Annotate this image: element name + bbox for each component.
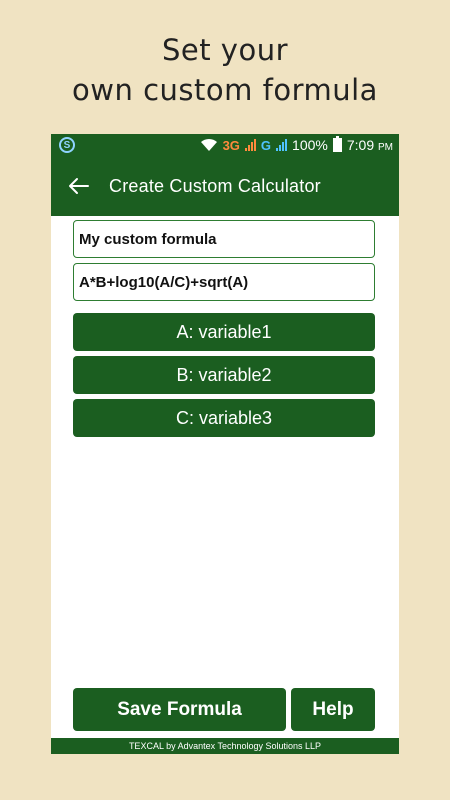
footer-credit: TEXCAL by Advantex Technology Solutions … — [51, 738, 399, 754]
variable-a-button[interactable]: A: variable1 — [73, 313, 375, 351]
clock-time: 7:09 — [346, 137, 375, 153]
variable-b-button[interactable]: B: variable2 — [73, 356, 375, 394]
network-g-label: G — [260, 137, 272, 153]
action-row: Save Formula Help — [73, 688, 375, 731]
clock: 7:09 PM — [347, 137, 393, 153]
signal-g-icon — [276, 139, 288, 151]
back-arrow-icon[interactable] — [65, 173, 91, 199]
signal-3g-icon — [244, 139, 256, 151]
form-content: My custom formula A*B+log10(A/C)+sqrt(A)… — [51, 220, 399, 754]
formula-expression-input[interactable]: A*B+log10(A/C)+sqrt(A) — [73, 263, 375, 301]
promo-line-1: Set your — [161, 33, 289, 67]
network-3g-label: 3G — [222, 137, 240, 153]
promo-caption: Set your own custom formula — [0, 30, 450, 110]
promo-line-2: own custom formula — [72, 73, 378, 107]
clock-suffix: PM — [378, 142, 393, 153]
app-bar: Create Custom Calculator — [51, 156, 399, 216]
formula-name-input[interactable]: My custom formula — [73, 220, 375, 258]
wifi-icon — [200, 138, 218, 152]
phone-screen: S 3G G 100% 7:09 PM Create Custom Calcul… — [51, 134, 399, 754]
save-formula-button[interactable]: Save Formula — [73, 688, 286, 731]
battery-icon — [332, 136, 342, 152]
page-title: Create Custom Calculator — [109, 175, 321, 196]
notification-s-icon: S — [59, 137, 75, 153]
variable-c-button[interactable]: C: variable3 — [73, 399, 375, 437]
status-bar: S 3G G 100% 7:09 PM — [51, 134, 399, 156]
help-button[interactable]: Help — [291, 688, 375, 731]
battery-percent: 100% — [292, 137, 328, 153]
